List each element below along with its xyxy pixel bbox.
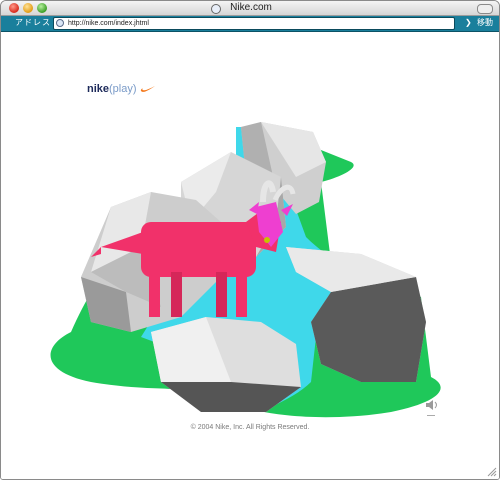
address-bar: アドレス http://nike.com/index.jhtml ❯ 移動 [1,16,499,32]
zoom-window-button[interactable] [37,3,47,13]
close-window-button[interactable] [9,3,19,13]
minimize-window-button[interactable] [23,3,33,13]
go-label: 移動 [477,18,493,27]
copyright-text: © 2004 Nike, Inc. All Rights Reserved. [190,424,310,431]
toolbar-toggle-button[interactable] [477,4,493,14]
resize-grip-icon[interactable] [487,467,497,477]
speaker-divider [427,415,435,416]
window-title: Nike.com [230,2,272,13]
speaker-icon[interactable] [425,399,439,411]
url-field[interactable]: http://nike.com/index.jhtml [53,17,455,30]
page-content: nike(play) © 2004 Nike, Inc. All Rights … [1,32,499,479]
browser-window: Nike.com アドレス http://nike.com/index.jhtm… [0,0,500,480]
goat-on-rocks-illustration[interactable] [31,82,451,422]
url-text[interactable]: http://nike.com/index.jhtml [68,18,149,29]
go-button[interactable]: ❯ 移動 [463,17,495,29]
title-bar: Nike.com [1,1,499,16]
go-arrow-icon: ❯ [465,18,472,27]
globe-icon [56,19,64,27]
address-label: アドレス [15,18,51,27]
